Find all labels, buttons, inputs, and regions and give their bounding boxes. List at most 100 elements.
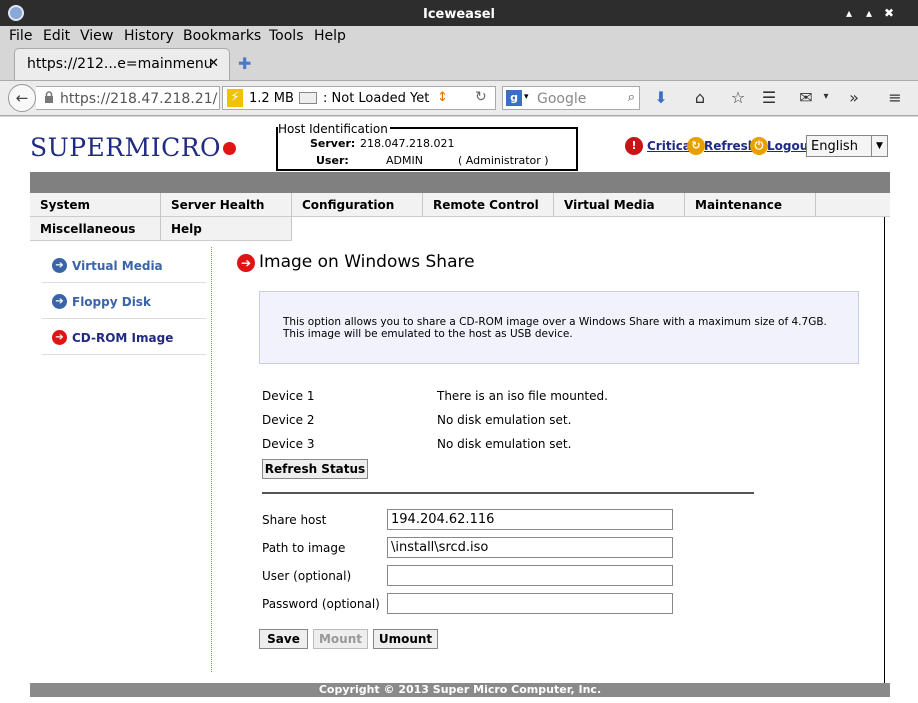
reading-list-icon[interactable]: ☰ [759,88,779,107]
nav-system[interactable]: System [30,193,161,217]
search-engine-dropdown-icon[interactable]: ▾ [524,92,529,102]
server-value: 218.047.218.021 [360,137,455,150]
server-label: Server: [310,137,356,150]
language-select[interactable]: English ▼ [806,135,888,157]
search-box[interactable]: g ▾ Google ⌕ [502,86,640,110]
addon-dropdown-icon[interactable]: ▾ [816,91,836,102]
refresh-link[interactable]: Refresh [704,139,756,153]
minimize-button[interactable]: ▴ [841,5,857,21]
tab-strip: https://212...e=mainmenu ✕ ✚ [0,46,918,80]
tab-title: https://212...e=mainmenu [27,56,213,72]
window-title: Iceweasel [423,7,495,22]
umount-button[interactable]: Umount [373,629,438,649]
nav-miscellaneous[interactable]: Miscellaneous [30,217,161,241]
supermicro-logo: SUPERMICRO [30,133,237,162]
info-text: This option allows you to share a CD-ROM… [283,316,827,340]
back-button[interactable]: ← [8,84,36,112]
device-2-status: No disk emulation set. [437,413,572,427]
info-box: This option allows you to share a CD-ROM… [259,291,859,364]
sidebar-item-label: CD-ROM Image [72,331,174,345]
menu-help[interactable]: Help [314,28,346,44]
device-3-label: Device 3 [262,437,315,451]
nav-configuration[interactable]: Configuration [292,193,423,217]
critical-icon[interactable]: ! [625,137,643,155]
url-text: https://218.47.218.21/cgi [60,91,218,107]
arrow-right-icon: ➔ [52,330,67,345]
device-1-label: Device 1 [262,389,315,403]
path-to-image-input[interactable] [387,537,673,558]
browser-tab[interactable]: https://212...e=mainmenu ✕ [14,48,230,80]
page-title: Image on Windows Share [259,252,475,272]
menu-file[interactable]: File [9,28,32,44]
page-icon [299,92,317,104]
device-3-status: No disk emulation set. [437,437,572,451]
refresh-icon[interactable]: ↻ [687,137,705,155]
chevron-down-icon[interactable]: ▼ [871,136,887,156]
divider [262,492,754,494]
sidebar: ➔ Virtual Media ➔ Floppy Disk ➔ CD-ROM I… [30,247,212,672]
download-icon[interactable]: ⬇ [651,88,671,107]
device-1-status: There is an iso file mounted. [437,389,608,403]
lightning-icon: ⚡ [227,89,243,107]
bookmark-star-icon[interactable]: ☆ [728,88,748,107]
logout-icon[interactable]: ⏻ [750,137,768,155]
load-status: : Not Loaded Yet [323,91,430,106]
page-size: 1.2 MB [249,91,294,106]
reload-icon[interactable]: ↻ [475,89,487,105]
user-role: ( Administrator ) [458,154,549,167]
share-host-label: Share host [262,513,327,527]
footer: Copyright © 2013 Super Micro Computer, I… [30,683,890,697]
sidebar-item-floppy-disk[interactable]: ➔ Floppy Disk [42,283,206,319]
user-value: ADMIN [386,154,423,167]
google-icon[interactable]: g [506,90,522,106]
user-optional-label: User (optional) [262,569,352,583]
user-label: User: [316,154,349,167]
addon-icon[interactable]: ✉ [796,88,816,107]
nav-virtual-media[interactable]: Virtual Media [554,193,685,217]
lock-icon [45,91,53,103]
nav-remote-control[interactable]: Remote Control [423,193,554,217]
url-bar[interactable]: https://218.47.218.21/cgi [36,86,220,110]
arrow-right-icon: ➔ [52,258,67,273]
main-nav-row1: System Server Health Configuration Remot… [30,193,890,217]
user-input[interactable] [387,565,673,586]
menu-view[interactable]: View [80,28,113,44]
host-identification-box: Host Identification Server: 218.047.218.… [276,122,578,171]
menu-tools[interactable]: Tools [269,28,304,44]
password-optional-label: Password (optional) [262,597,380,611]
menu-edit[interactable]: Edit [43,28,70,44]
maximize-button[interactable]: ▴ [861,5,877,21]
navigation-toolbar: ← https://218.47.218.21/cgi ⚡ 1.2 MB : N… [0,80,918,116]
arrow-right-icon: ➔ [237,254,255,272]
new-tab-icon[interactable]: ✚ [238,54,251,73]
nav-maintenance[interactable]: Maintenance [685,193,816,217]
sidebar-item-label: Virtual Media [72,259,163,273]
password-input[interactable] [387,593,673,614]
tab-close-icon[interactable]: ✕ [208,56,219,71]
path-to-image-label: Path to image [262,541,346,555]
share-host-input[interactable] [387,509,673,530]
sidebar-item-label: Floppy Disk [72,295,151,309]
home-icon[interactable]: ⌂ [690,88,710,107]
right-border [884,217,885,687]
close-window-button[interactable]: ✖ [881,5,897,21]
nav-server-health[interactable]: Server Health [161,193,292,217]
nav-help[interactable]: Help [161,217,292,241]
hamburger-menu-icon[interactable]: ≡ [885,88,905,107]
sidebar-item-virtual-media[interactable]: ➔ Virtual Media [42,247,206,283]
search-icon[interactable]: ⌕ [628,90,635,105]
mount-button[interactable]: Mount [313,629,368,649]
menu-bookmarks[interactable]: Bookmarks [183,28,261,44]
dropdown-arrows-icon[interactable]: ↕ [437,90,448,105]
refresh-status-button[interactable]: Refresh Status [262,459,368,479]
search-placeholder: Google [537,91,587,107]
menu-history[interactable]: History [124,28,174,44]
language-value: English [811,139,858,154]
sidebar-item-cdrom-image[interactable]: ➔ CD-ROM Image [42,319,206,355]
arrow-right-icon: ➔ [52,294,67,309]
logo-dot [223,142,237,155]
host-legend: Host Identification [278,122,390,136]
header-bar [30,172,890,193]
save-button[interactable]: Save [259,629,308,649]
overflow-chevron-icon[interactable]: » [844,88,864,107]
